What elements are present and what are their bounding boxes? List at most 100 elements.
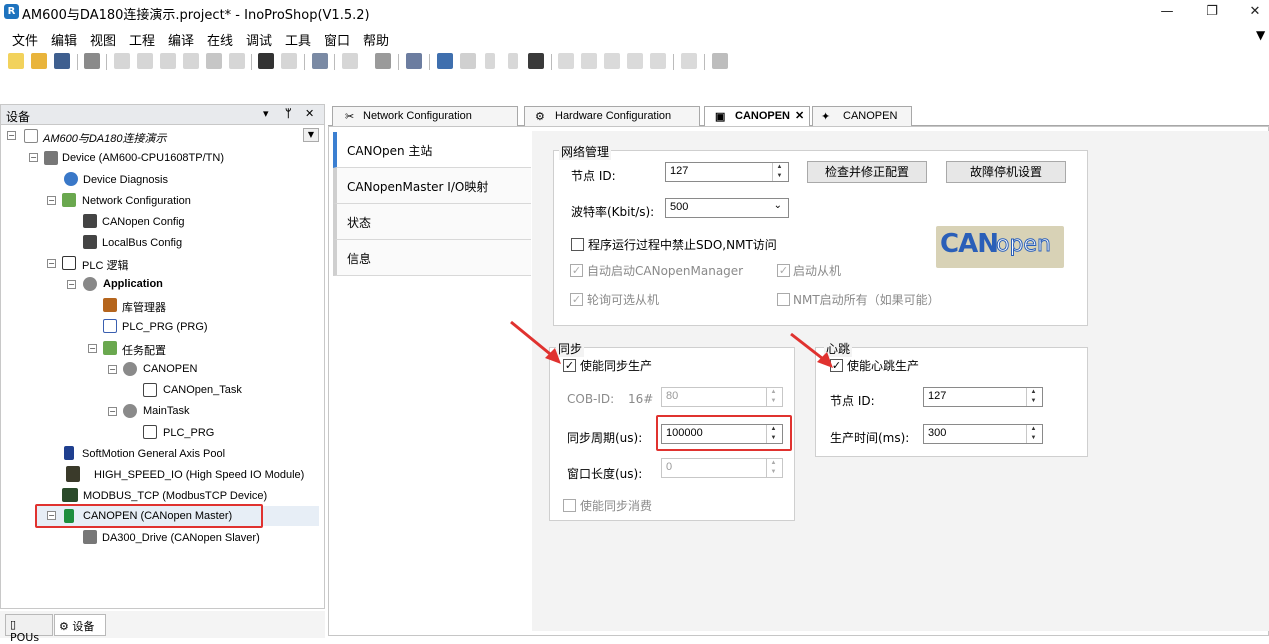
menu-edit[interactable]: 编辑 [51,30,77,49]
menu-window[interactable]: 窗口 [324,30,350,49]
tree-item-localbus-config[interactable]: LocalBus Config [102,237,182,249]
tab-devices[interactable]: ⚙ 设备 [54,614,106,636]
step-out-icon[interactable] [604,53,620,69]
tree-item-project[interactable]: AM600与DA180连接演示 [43,130,167,146]
tree-item-device-diagnosis[interactable]: Device Diagnosis [83,174,168,186]
fault-stop-settings-button[interactable]: 故障停机设置 [946,161,1066,183]
tree-item-network-configuration[interactable]: Network Configuration [82,195,191,207]
cob-id-input[interactable]: 80 ▲ ▼ [661,387,783,407]
cut-icon[interactable] [160,53,176,69]
print-icon[interactable] [84,53,100,69]
disable-sdo-checkbox[interactable] [571,238,584,251]
expand-toggle-icon[interactable]: − [67,280,76,289]
poll-optional-checkbox[interactable]: ✓ [570,293,583,306]
logout-icon[interactable] [460,53,476,69]
tab-hardware-configuration[interactable]: ⚙ Hardware Configuration [524,106,700,126]
auto-start-checkbox[interactable]: ✓ [570,264,583,277]
tree-item-device[interactable]: Device (AM600-CPU1608TP/TN) [62,152,224,164]
pin-icon[interactable]: ᛘ [285,107,292,120]
tab-pous[interactable]: ▯ POUs [5,614,53,644]
tab-close-icon[interactable]: ✕ [795,109,804,122]
menu-tools[interactable]: 工具 [285,30,311,49]
tree-item-plc-prg-call[interactable]: PLC_PRG [163,427,214,439]
expand-toggle-icon[interactable]: − [108,407,117,416]
tree-item-application[interactable]: Application [103,278,163,290]
tree-item-plc-logic[interactable]: PLC 逻辑 [82,257,128,273]
expand-toggle-icon[interactable]: − [88,344,97,353]
open-folder-icon[interactable] [31,53,47,69]
menu-file[interactable]: 文件 [12,30,38,49]
tree-item-modbus-tcp[interactable]: MODBUS_TCP (ModbusTCP Device) [83,490,267,502]
tree-item-canopen-task-group[interactable]: CANOPEN [143,363,197,375]
window-length-input[interactable]: 0 ▲ ▼ [661,458,783,478]
spinner-icon[interactable]: ▲ ▼ [772,163,786,181]
undo-icon[interactable] [114,53,130,69]
step-into-icon[interactable] [581,53,597,69]
expand-toggle-icon[interactable]: − [29,153,38,162]
production-time-input[interactable]: 300 ▲ ▼ [923,424,1043,444]
baud-rate-select[interactable]: 500 ⌄ [665,198,789,218]
new-project-icon[interactable] [8,53,24,69]
expand-toggle-icon[interactable]: − [47,259,56,268]
menu-build[interactable]: 编译 [168,30,194,49]
start-slaves-checkbox[interactable]: ✓ [777,264,790,277]
sidetab-info[interactable]: 信息 [333,240,531,276]
breakpoint-icon[interactable] [650,53,666,69]
restore-button[interactable]: ❐ [1198,2,1226,22]
run-to-cursor-icon[interactable] [627,53,643,69]
menu-help[interactable]: 帮助 [363,30,389,49]
panel-close-icon[interactable]: ✕ [305,107,314,120]
close-button[interactable]: ✕ [1241,2,1269,22]
expand-toggle-icon[interactable]: − [47,196,56,205]
save-icon[interactable] [54,53,70,69]
menu-debug[interactable]: 调试 [246,30,272,49]
redo-icon[interactable] [137,53,153,69]
tab-network-configuration[interactable]: ✂ Network Configuration [332,106,518,126]
tree-dropdown-icon[interactable]: ▼ [303,128,319,142]
tree-item-task-config[interactable]: 任务配置 [122,342,166,358]
sidetab-io-mapping[interactable]: CANopenMaster I/O映射 [333,168,531,204]
spinner-icon[interactable]: ▲ ▼ [766,459,780,477]
tab-canopen[interactable]: ✦ CANOPEN [812,106,912,126]
reset-icon[interactable] [528,53,544,69]
check-fix-config-button[interactable]: 检查并修正配置 [807,161,927,183]
expand-toggle-icon[interactable]: − [7,131,16,140]
copy-icon[interactable] [183,53,199,69]
heartbeat-node-id-input[interactable]: 127 ▲ ▼ [923,387,1043,407]
tree-item-high-speed-io[interactable]: HIGH_SPEED_IO (High Speed IO Module) [94,469,304,481]
tree-item-canopen-task[interactable]: CANOpen_Task [163,384,242,396]
node-id-input[interactable]: 127 ▲ ▼ [665,162,789,182]
login-icon[interactable] [437,53,453,69]
menu-online[interactable]: 在线 [207,30,233,49]
paste-icon[interactable] [206,53,222,69]
window-icon[interactable] [312,53,328,69]
tree-item-library-manager[interactable]: 库管理器 [122,299,166,315]
insert-icon[interactable] [342,53,358,69]
expand-toggle-icon[interactable]: − [108,365,117,374]
set-next-icon[interactable] [681,53,697,69]
funnel-icon[interactable]: ▼ [1256,28,1265,42]
stop-icon[interactable] [508,53,518,69]
menu-view[interactable]: 视图 [90,30,116,49]
tree-item-da300-drive[interactable]: DA300_Drive (CANopen Slaver) [102,532,260,544]
sidetab-canopen-master[interactable]: CANOpen 主站 [333,132,531,168]
tree-item-plc-prg[interactable]: PLC_PRG (PRG) [122,321,208,333]
minimize-button[interactable]: — [1153,2,1181,22]
tree-item-canopen-config[interactable]: CANopen Config [102,216,185,228]
step-over-icon[interactable] [558,53,574,69]
add-object-icon[interactable] [375,53,391,69]
spinner-icon[interactable]: ▲ ▼ [766,388,780,406]
replace-icon[interactable] [281,53,297,69]
find-icon[interactable] [258,53,274,69]
delete-icon[interactable] [229,53,245,69]
spinner-icon[interactable]: ▲ ▼ [1026,425,1040,443]
nmt-start-all-checkbox[interactable] [777,293,790,306]
tree-item-softmotion[interactable]: SoftMotion General Axis Pool [82,448,225,460]
panel-dropdown-icon[interactable]: ▾ [263,107,269,120]
build-icon[interactable] [406,53,422,69]
sidetab-status[interactable]: 状态 [333,204,531,240]
spinner-icon[interactable]: ▲ ▼ [1026,388,1040,406]
force-values-icon[interactable] [712,53,728,69]
tab-canopen-active[interactable]: ▣ CANOPEN ✕ [704,106,810,127]
enable-sync-consume-checkbox[interactable] [563,499,576,512]
